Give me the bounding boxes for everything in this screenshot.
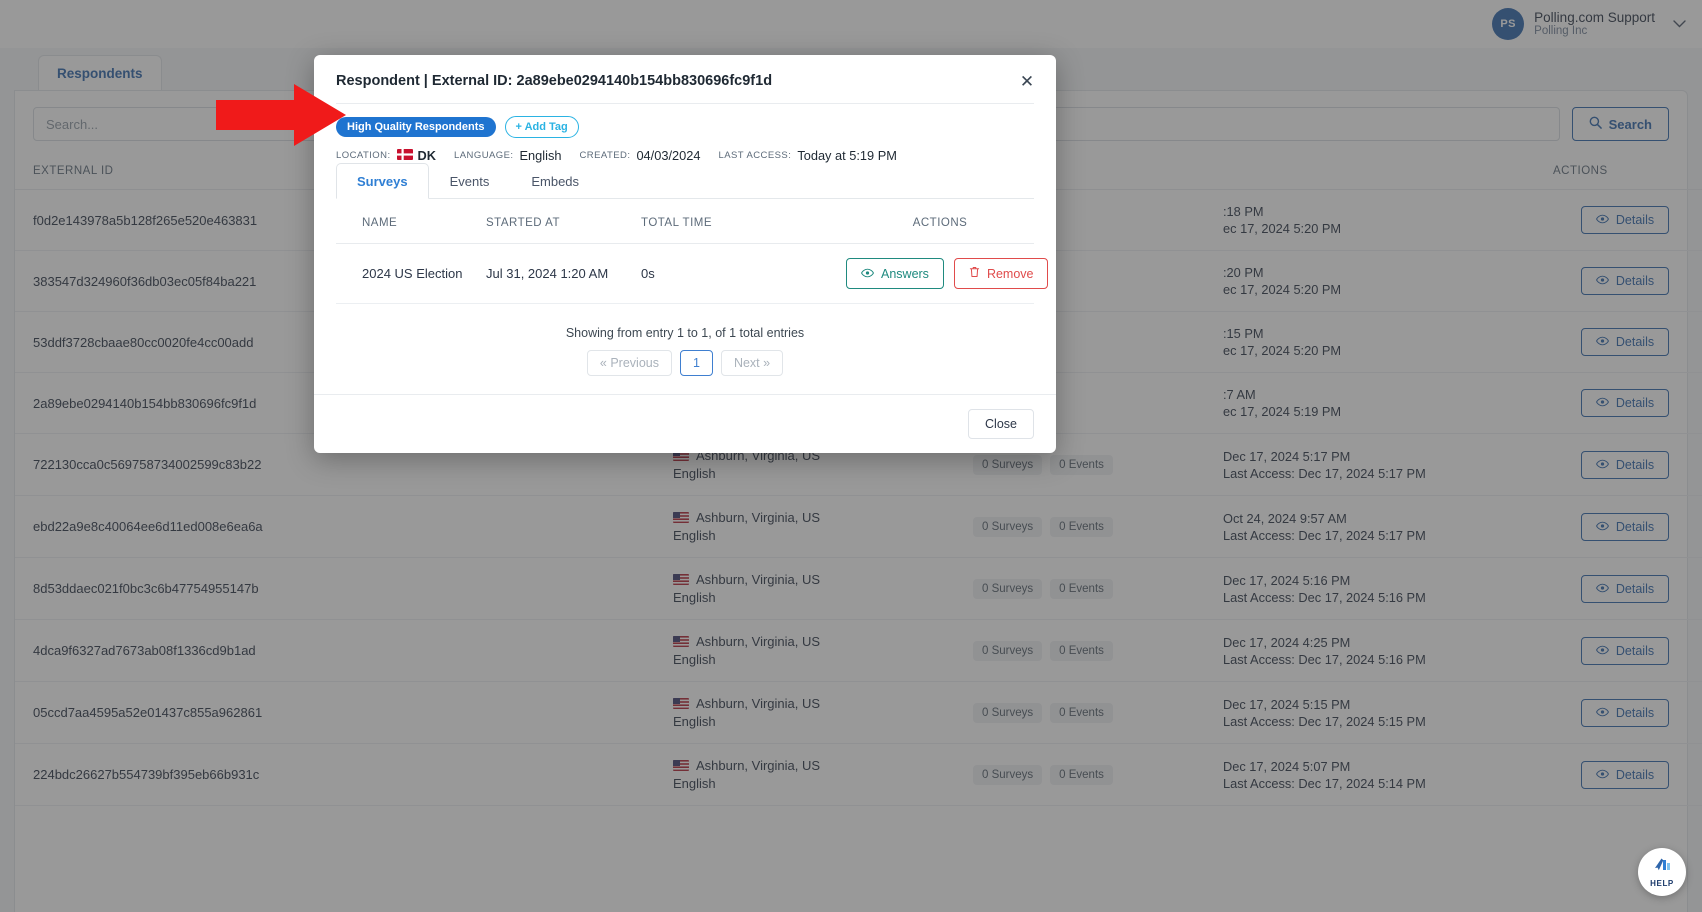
modal-tabs-wrap: Surveys Events Embeds	[314, 163, 1056, 199]
modal-tab-surveys[interactable]: Surveys	[336, 163, 429, 199]
app-root: PS Polling.com Support Polling Inc Respo…	[0, 0, 1702, 912]
surveys-table-body: 2024 US Election Jul 31, 2024 1:20 AM 0s An…	[336, 243, 1049, 304]
denmark-flag-icon	[396, 148, 413, 163]
created-value: 04/03/2024	[636, 148, 701, 163]
pagination-previous[interactable]: « Previous	[586, 350, 672, 376]
pagination-next[interactable]: Next »	[720, 350, 784, 376]
location-value: DK	[396, 148, 437, 163]
language-label: LANGUAGE:	[454, 150, 514, 161]
last-access-value: Today at 5:19 PM	[797, 148, 897, 163]
survey-total-time: 0s	[641, 243, 846, 304]
trash-icon	[969, 266, 980, 281]
modal-tabs: Surveys Events Embeds	[336, 163, 1034, 199]
answers-label: Answers	[881, 266, 929, 281]
surveys-panel: NAME STARTED AT TOTAL TIME ACTIONS 2024 …	[314, 199, 1056, 394]
remove-button[interactable]: Remove	[953, 258, 1049, 289]
meta-row: LOCATION: DK LANGUAGE: English CREATED: …	[314, 138, 1056, 163]
location-label: LOCATION:	[336, 150, 391, 161]
close-icon[interactable]: ✕	[1014, 69, 1040, 95]
eye-icon	[861, 267, 874, 281]
help-button[interactable]: HELP	[1638, 848, 1686, 896]
surveys-table-head: NAME STARTED AT TOTAL TIME ACTIONS	[336, 199, 1034, 244]
surveys-column-name: NAME	[336, 199, 486, 244]
survey-row: 2024 US Election Jul 31, 2024 1:20 AM 0s An…	[336, 243, 1049, 304]
remove-label: Remove	[986, 266, 1034, 281]
modal-tab-events[interactable]: Events	[429, 163, 511, 199]
showing-entries-text: Showing from entry 1 to 1, of 1 total en…	[565, 326, 805, 340]
tag-row: High Quality Respondents + Add Tag	[314, 104, 1056, 138]
modal-footer: Close	[314, 394, 1056, 453]
pagination: « Previous 1 Next »	[336, 350, 1034, 394]
modal-tab-embeds[interactable]: Embeds	[510, 163, 600, 199]
answers-button[interactable]: Answers	[846, 258, 944, 289]
chart-help-icon	[1652, 857, 1672, 878]
modal-header: Respondent | External ID: 2a89ebe0294140…	[314, 55, 1056, 103]
surveys-table: NAME STARTED AT TOTAL TIME ACTIONS 2024 …	[336, 199, 1049, 304]
close-button[interactable]: Close	[968, 409, 1034, 439]
respondent-detail-modal: Respondent | External ID: 2a89ebe0294140…	[314, 55, 1056, 453]
pagination-page-1[interactable]: 1	[679, 350, 713, 376]
location-text: DK	[417, 148, 437, 163]
survey-actions: Answers Remove	[846, 258, 1049, 289]
red-right-arrow	[216, 84, 346, 151]
created-label: CREATED:	[579, 150, 631, 161]
help-label: HELP	[1650, 878, 1674, 888]
surveys-header-row: NAME STARTED AT TOTAL TIME ACTIONS	[336, 199, 1034, 244]
language-value: English	[519, 148, 562, 163]
surveys-column-actions: ACTIONS	[846, 199, 1034, 244]
survey-started-at: Jul 31, 2024 1:20 AM	[486, 243, 641, 304]
add-tag-button[interactable]: + Add Tag	[504, 116, 579, 138]
modal-title: Respondent | External ID: 2a89ebe0294140…	[336, 73, 773, 89]
survey-name: 2024 US Election	[336, 243, 486, 304]
last-access-label: LAST ACCESS:	[718, 150, 792, 161]
surveys-column-started-at: STARTED AT	[486, 199, 641, 244]
surveys-column-total-time: TOTAL TIME	[641, 199, 846, 244]
status-badge[interactable]: High Quality Respondents	[336, 117, 496, 137]
